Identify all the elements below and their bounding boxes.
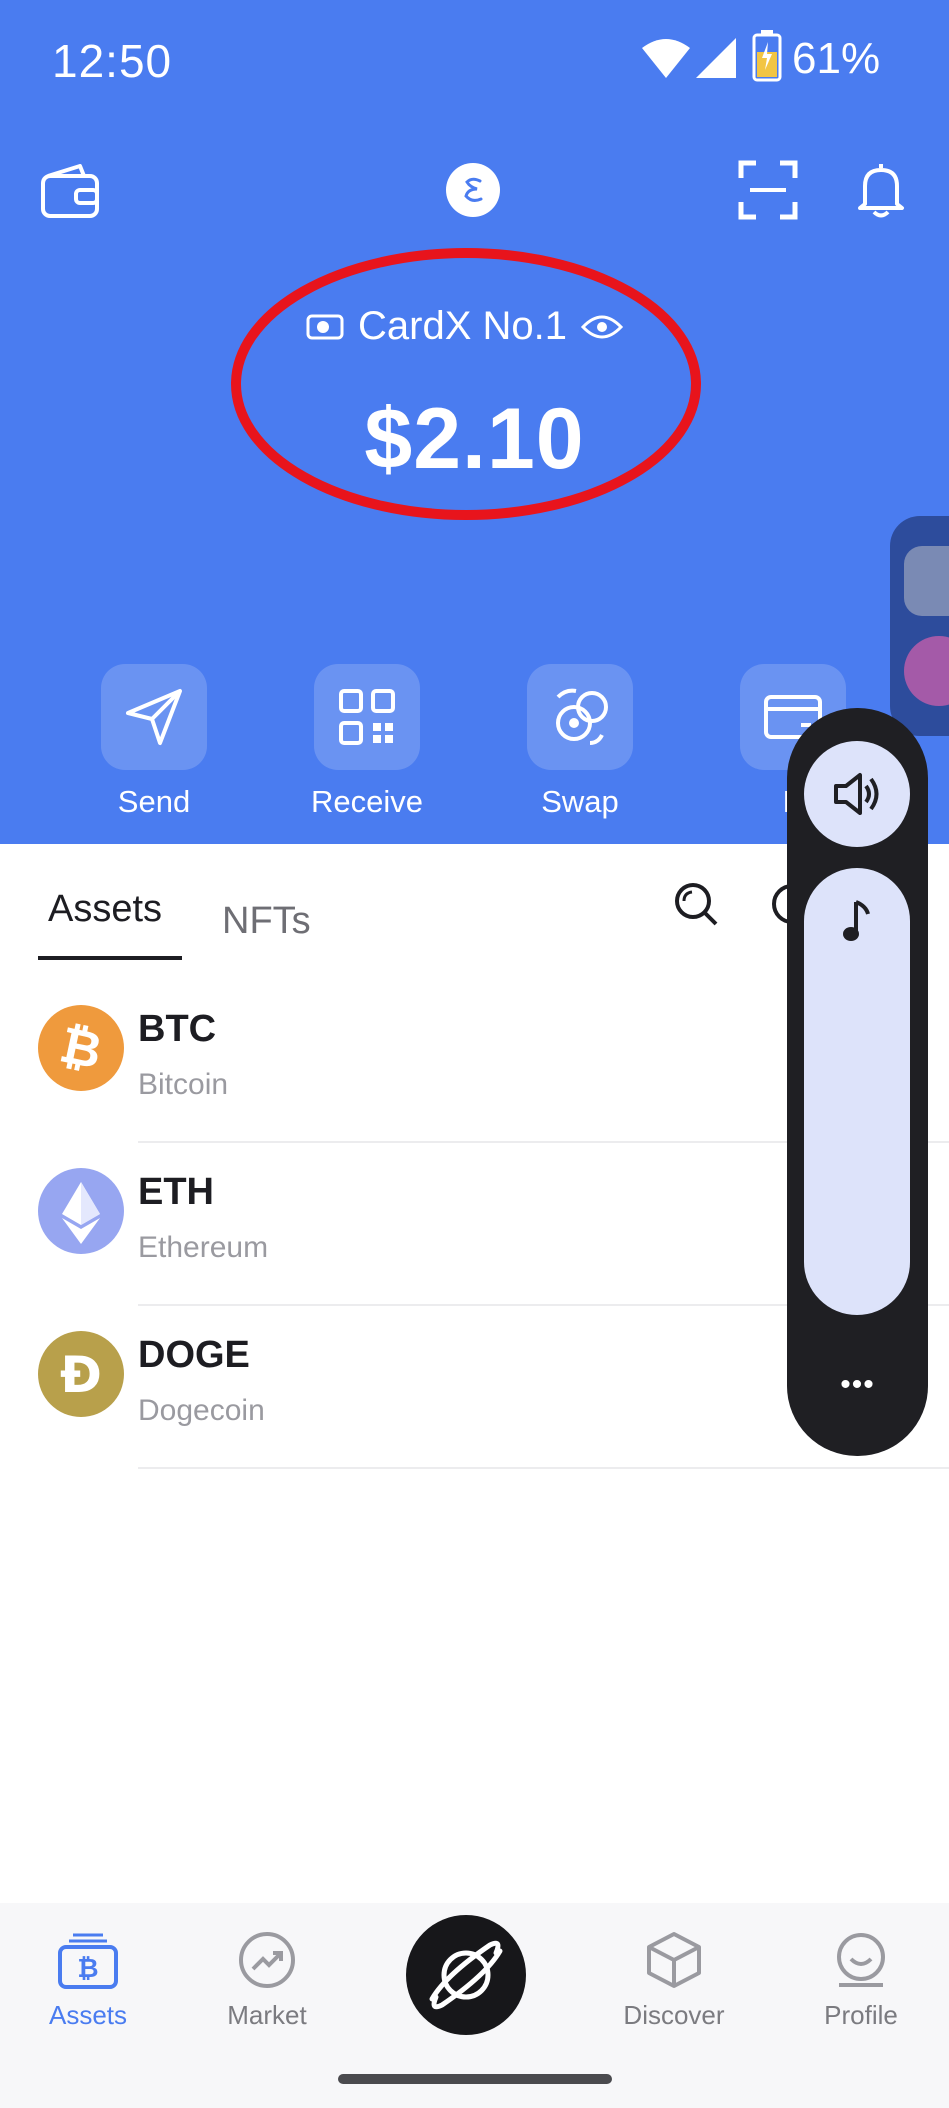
battery-percent: 61% [792,34,881,83]
ethereum-icon [38,1168,124,1254]
dock-add-icon[interactable] [904,636,949,706]
active-tab-indicator [38,956,182,960]
swap-icon [556,688,608,745]
asset-name: Ethereum [138,1231,269,1264]
send-icon [126,689,182,745]
volume-more-button[interactable]: ••• [787,1368,928,1402]
music-note-icon [843,900,870,941]
speaker-icon [834,773,879,815]
nav-label: Discover [623,2000,725,2030]
receive-button[interactable] [314,664,420,770]
asset-name: Bitcoin [138,1068,229,1101]
discover-center-button[interactable] [406,1915,526,2035]
nav-market[interactable]: Market [187,1931,347,2031]
asset-symbol: DOGE [138,1334,250,1376]
qr-code-icon [339,689,395,745]
planet-icon [429,1940,503,2010]
tab-nfts[interactable]: NFTs [222,900,311,943]
market-icon [239,1932,295,1988]
nav-label: Profile [824,2000,898,2030]
battery-icon [752,30,782,82]
asset-name: Dogecoin [138,1394,265,1427]
wallet-icon[interactable] [40,164,100,218]
swap-action[interactable]: Swap [500,664,660,820]
send-button[interactable] [101,664,207,770]
wifi-icon [642,39,690,78]
nav-discover[interactable]: Discover [594,1931,754,2031]
status-time: 12:50 [52,35,173,87]
svg-text:₿: ₿ [77,1954,98,1984]
send-action[interactable]: Send [74,664,234,820]
status-bar: 12:50 61% [0,0,949,118]
volume-panel: ••• [787,708,928,1456]
media-volume-slider[interactable] [804,868,910,1315]
floating-side-dock[interactable] [890,516,949,736]
send-label: Send [117,784,191,819]
nav-label: Assets [48,2000,128,2030]
header-area: 12:50 61% CardX No.1 $2.10 Send Receive … [0,0,949,844]
highlight-ellipse [231,248,701,520]
dogecoin-icon: Ð [38,1331,124,1417]
assets-icon: ₿ [58,1933,118,1989]
asset-symbol: ETH [138,1171,214,1213]
bell-icon[interactable] [856,160,906,220]
search-icon[interactable] [672,880,720,928]
ringer-toggle-button[interactable] [804,741,910,847]
asset-symbol: BTC [138,1008,217,1050]
bottom-navigation: ₿ Assets Market Discover Profile [0,1903,949,2108]
signal-icon [696,38,736,78]
tab-assets[interactable]: Assets [48,888,162,931]
divider [138,1467,949,1469]
cube-icon [647,1932,701,1988]
nav-label: Market [227,2000,307,2030]
home-indicator[interactable] [338,2074,612,2084]
profile-icon [837,1933,885,1987]
swap-label: Swap [541,784,619,819]
svg-text:Ð: Ð [60,1346,102,1404]
nav-assets[interactable]: ₿ Assets [8,1931,168,2031]
dock-app-icon[interactable] [904,546,949,616]
receive-label: Receive [311,784,423,819]
svg-text:₿: ₿ [55,1015,107,1080]
swap-button[interactable] [527,664,633,770]
app-logo [446,163,500,217]
nav-profile[interactable]: Profile [781,1931,941,2031]
receive-action[interactable]: Receive [287,664,447,820]
scan-icon[interactable] [738,160,798,220]
bitcoin-icon: ₿ [38,1005,124,1091]
